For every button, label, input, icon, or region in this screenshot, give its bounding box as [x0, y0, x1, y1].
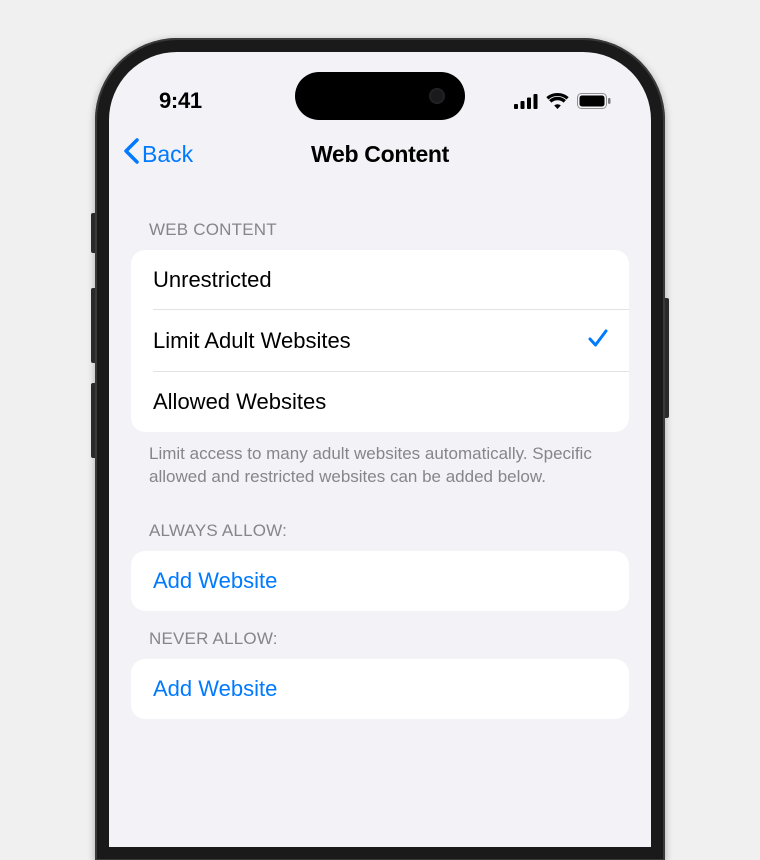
- option-label: Limit Adult Websites: [153, 328, 351, 354]
- section-header-never-allow: NEVER ALLOW:: [131, 611, 629, 659]
- cellular-signal-icon: [514, 94, 538, 109]
- option-limit-adult-websites[interactable]: Limit Adult Websites: [131, 310, 629, 372]
- never-allow-group: Add Website: [131, 659, 629, 719]
- checkmark-icon: [587, 327, 609, 355]
- content-area: WEB CONTENT Unrestricted Limit Adult Web…: [109, 190, 651, 719]
- option-label: Allowed Websites: [153, 389, 326, 415]
- front-camera: [429, 88, 445, 104]
- add-website-never-allow-button[interactable]: Add Website: [131, 659, 629, 719]
- phone-screen: 9:41: [109, 52, 651, 847]
- battery-icon: [577, 93, 611, 109]
- chevron-left-icon: [123, 138, 140, 170]
- always-allow-group: Add Website: [131, 551, 629, 611]
- status-time: 9:41: [159, 88, 202, 114]
- wifi-icon: [546, 93, 569, 109]
- button-label: Add Website: [153, 568, 277, 594]
- section-footer-web-content: Limit access to many adult websites auto…: [131, 432, 629, 503]
- web-content-options-group: Unrestricted Limit Adult Websites Allowe…: [131, 250, 629, 432]
- phone-side-buttons-left: [91, 213, 95, 478]
- section-header-web-content: WEB CONTENT: [131, 202, 629, 250]
- status-icons: [514, 93, 611, 109]
- phone-side-buttons-right: [665, 298, 669, 418]
- button-label: Add Website: [153, 676, 277, 702]
- option-unrestricted[interactable]: Unrestricted: [131, 250, 629, 310]
- back-button[interactable]: Back: [123, 138, 193, 170]
- option-label: Unrestricted: [153, 267, 272, 293]
- back-button-label: Back: [142, 141, 193, 168]
- navigation-bar: Back Web Content: [109, 122, 651, 190]
- image-container: 9:41: [0, 0, 760, 860]
- phone-frame: 9:41: [95, 38, 665, 860]
- add-website-always-allow-button[interactable]: Add Website: [131, 551, 629, 611]
- dynamic-island: [295, 72, 465, 120]
- section-header-always-allow: ALWAYS ALLOW:: [131, 503, 629, 551]
- option-allowed-websites[interactable]: Allowed Websites: [131, 372, 629, 432]
